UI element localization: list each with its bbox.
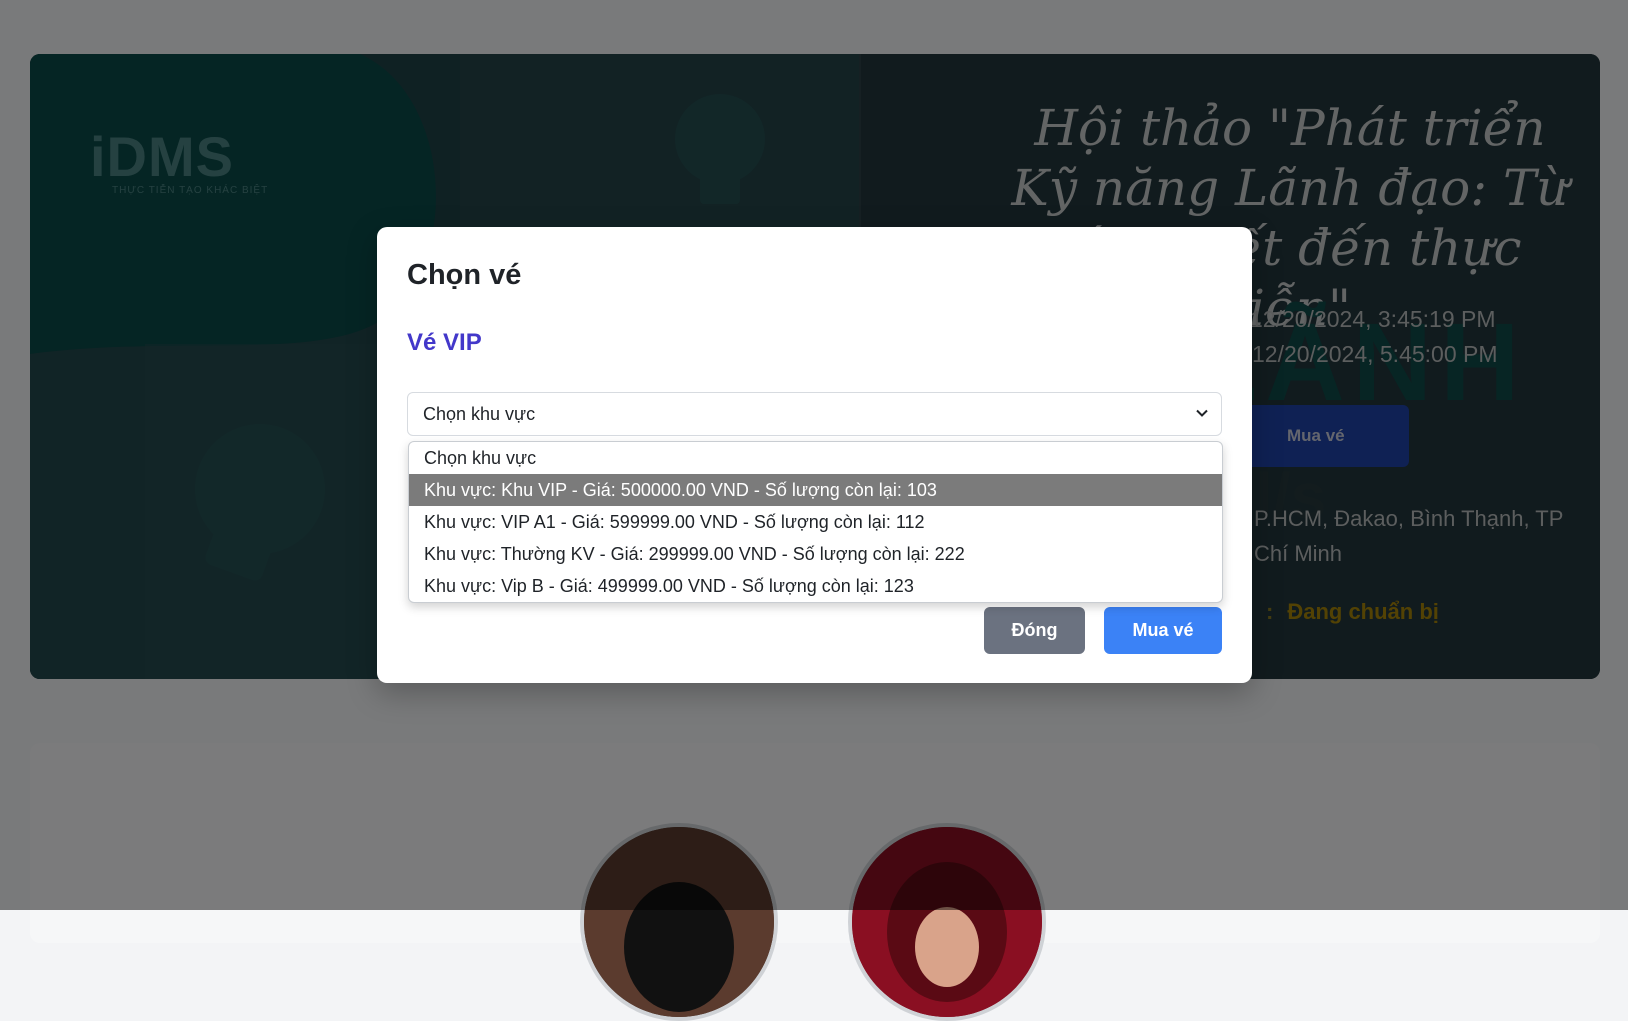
area-option[interactable]: Chọn khu vực	[409, 442, 1222, 474]
area-option[interactable]: Khu vực: Khu VIP - Giá: 500000.00 VND - …	[409, 474, 1222, 506]
ticket-modal: Chọn vé Vé VIP Chọn khu vực Chọn khu vực…	[377, 227, 1252, 683]
area-select-value: Chọn khu vực	[423, 403, 536, 424]
modal-title: Chọn vé	[407, 259, 522, 291]
buy-ticket-button[interactable]: Mua vé	[1104, 607, 1222, 654]
area-option[interactable]: Khu vực: Thường KV - Giá: 299999.00 VND …	[409, 538, 1222, 570]
area-select[interactable]: Chọn khu vực	[407, 392, 1222, 436]
ticket-type-name: Vé VIP	[407, 329, 482, 356]
close-button[interactable]: Đóng	[984, 607, 1085, 654]
chevron-down-icon	[1196, 409, 1208, 417]
area-option[interactable]: Khu vực: Vip B - Giá: 499999.00 VND - Số…	[409, 570, 1222, 602]
area-select-dropdown: Chọn khu vực Khu vực: Khu VIP - Giá: 500…	[408, 441, 1223, 603]
area-option[interactable]: Khu vực: VIP A1 - Giá: 599999.00 VND - S…	[409, 506, 1222, 538]
